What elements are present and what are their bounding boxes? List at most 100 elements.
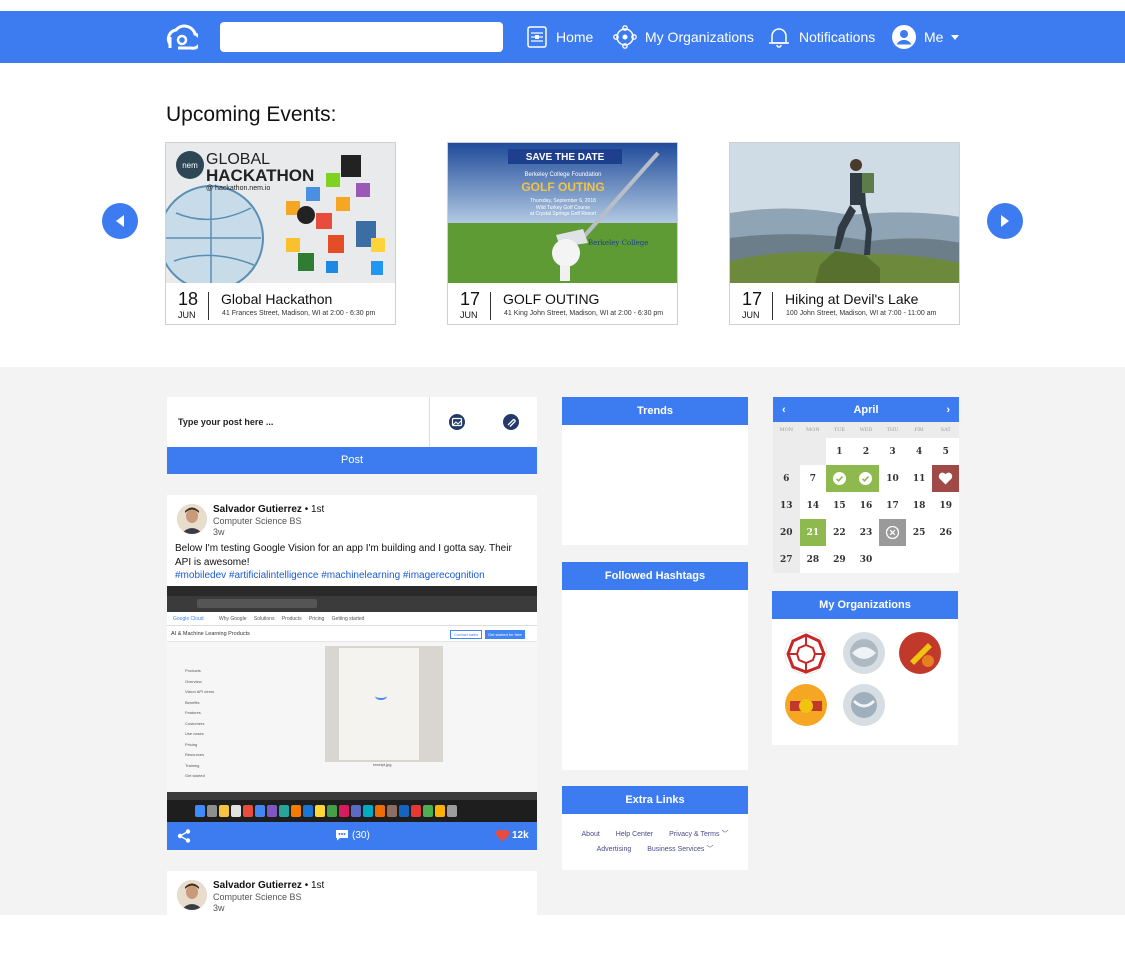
heart-icon (495, 829, 510, 842)
golf-college-logo: Berkeley College (588, 239, 648, 247)
calendar-empty-cell (773, 438, 800, 465)
organizations-icon (613, 25, 637, 49)
nav-my-organizations[interactable]: My Organizations (613, 11, 754, 63)
calendar-day[interactable]: 21 (799, 519, 827, 546)
organization-logo[interactable] (784, 631, 828, 675)
calendar-day[interactable] (932, 465, 959, 492)
carousel-next-button[interactable] (987, 203, 1023, 239)
event-month: JUN (460, 310, 478, 320)
link-privacy-terms[interactable]: Privacy & Terms ﹀ (669, 831, 728, 838)
link-business-services[interactable]: Business Services ﹀ (647, 846, 713, 853)
image-upload-icon[interactable] (449, 414, 465, 430)
author-headline: Computer Science BS (213, 892, 302, 902)
calendar-day[interactable]: 30 (853, 546, 880, 573)
chevron-down-icon: ﹀ (721, 831, 729, 838)
calendar-day[interactable]: 22 (826, 519, 853, 546)
calendar-day[interactable]: 11 (906, 465, 933, 492)
calendar-day[interactable]: 19 (932, 492, 959, 519)
calendar-day[interactable]: 1 (826, 438, 853, 465)
check-circle-icon (859, 472, 873, 485)
event-month: JUN (178, 310, 196, 320)
post-author[interactable]: Salvador Gutierrez • 1st (213, 504, 324, 515)
event-card[interactable]: nem GLOBAL HACKATHON @ hackathon.nem.io … (165, 142, 396, 325)
organization-logo[interactable] (784, 683, 828, 727)
calendar-day[interactable]: 15 (826, 492, 853, 519)
link-about[interactable]: About (582, 831, 600, 838)
calendar-day[interactable]: 16 (853, 492, 880, 519)
screenshot-sidebar-heading: Products (185, 668, 201, 673)
nav-organizations-label: My Organizations (645, 29, 754, 45)
post-composer-input[interactable]: Type your post here ... (167, 397, 430, 447)
comments-button[interactable]: (30) (335, 829, 370, 841)
event-address: 100 John Street, Madison, WI at 7:00 - 1… (786, 310, 937, 317)
arrow-right-icon (1001, 215, 1009, 227)
author-avatar[interactable] (177, 880, 207, 910)
calendar-day[interactable]: 14 (800, 492, 827, 519)
weekday-label: TUE (833, 427, 846, 433)
comment-count: (30) (352, 829, 370, 841)
calendar-day[interactable]: 18 (906, 492, 933, 519)
post-author[interactable]: Salvador Gutierrez • 1st (213, 880, 324, 891)
like-button[interactable]: 12k (495, 829, 529, 842)
event-title: Global Hackathon (221, 291, 333, 307)
my-organizations-widget: My Organizations (772, 591, 958, 745)
app-logo-icon[interactable] (164, 20, 198, 54)
nav-notifications-label: Notifications (799, 29, 876, 45)
calendar-day[interactable]: 6 (773, 465, 800, 492)
calendar-day[interactable]: 20 (773, 519, 800, 546)
carousel-prev-button[interactable] (102, 203, 138, 239)
calendar-day[interactable] (826, 465, 853, 492)
calendar-day[interactable]: 2 (853, 438, 880, 465)
calendar-day[interactable]: 23 (853, 519, 880, 546)
event-title: GOLF OUTING (503, 291, 600, 307)
heart-icon (939, 472, 953, 485)
calendar-day[interactable]: 25 (906, 519, 933, 546)
post-time: 3w (213, 903, 225, 913)
screenshot-menu-item: Pricing (185, 741, 198, 747)
calendar-day[interactable]: 5 (932, 438, 959, 465)
post-screenshot-image[interactable]: Google Cloud Why Google Solutions Produc… (167, 586, 537, 822)
nav-home[interactable]: Home (526, 11, 593, 63)
author-avatar[interactable] (177, 504, 207, 534)
nav-me-label: Me (924, 29, 944, 45)
calendar-day[interactable] (879, 519, 906, 546)
comment-icon (336, 830, 348, 841)
calendar-day[interactable]: 28 (800, 546, 827, 573)
calendar-day[interactable]: 7 (800, 465, 827, 492)
event-image-hiking (730, 143, 959, 283)
event-card[interactable]: 17 JUN Hiking at Devil's Lake 100 John S… (729, 142, 960, 325)
link-business-label: Business Services (647, 846, 705, 853)
post-button[interactable]: Post (167, 447, 537, 474)
post-hashtags[interactable]: #mobiledev #artificialintelligence #mach… (175, 570, 485, 581)
event-card[interactable]: SAVE THE DATE Berkeley College Foundatio… (447, 142, 678, 325)
nav-me-menu[interactable]: Me (892, 11, 963, 63)
calendar-day[interactable]: 4 (906, 438, 933, 465)
event-separator (772, 292, 773, 320)
share-icon[interactable] (177, 829, 191, 843)
author-name: Salvador Gutierrez (213, 880, 302, 891)
calendar-day[interactable]: 3 (879, 438, 906, 465)
search-input[interactable] (220, 22, 503, 52)
calendar-day[interactable]: 13 (773, 492, 800, 519)
screenshot-sidebar: Products Overview Vision API demo Benefi… (185, 666, 214, 782)
organization-logo[interactable] (898, 631, 942, 675)
event-month: JUN (742, 310, 760, 320)
nav-notifications[interactable]: Notifications (767, 11, 875, 63)
screenshot-tab: Pricing (308, 616, 325, 622)
organization-logo[interactable] (842, 683, 886, 727)
calendar-next-month-icon[interactable]: › (946, 404, 950, 416)
attach-icon[interactable] (503, 414, 519, 430)
calendar-day[interactable]: 29 (826, 546, 853, 573)
calendar-day[interactable]: 27 (773, 546, 800, 573)
calendar-day[interactable]: 10 (879, 465, 906, 492)
calendar-day[interactable]: 17 (879, 492, 906, 519)
calendar-prev-month-icon[interactable]: ‹ (782, 404, 786, 416)
calendar-weekday-row: MON MON TUE WED THU FRI SAT (773, 422, 959, 438)
organization-logo[interactable] (842, 631, 886, 675)
calendar-day[interactable] (852, 465, 880, 492)
weekday-label: MON (806, 427, 820, 433)
calendar-day[interactable]: 26 (932, 519, 959, 546)
link-advertising[interactable]: Advertising (597, 846, 632, 853)
event-day: 18 (178, 289, 199, 309)
link-help-center[interactable]: Help Center (616, 831, 653, 838)
